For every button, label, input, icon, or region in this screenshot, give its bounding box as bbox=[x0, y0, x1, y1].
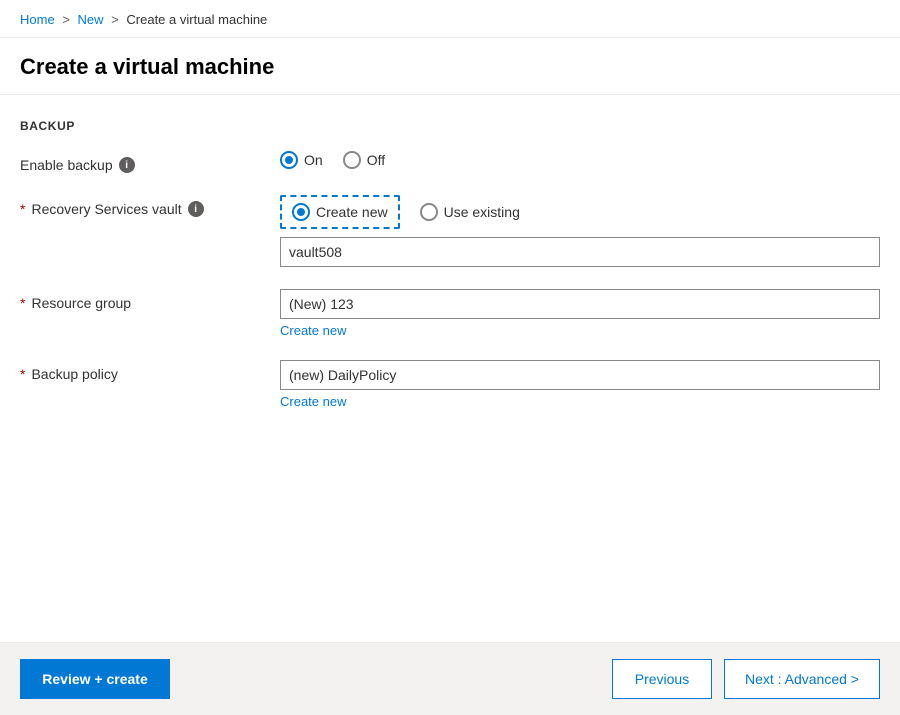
recovery-vault-info-icon: i bbox=[188, 201, 204, 217]
breadcrumb: Home > New > Create a virtual machine bbox=[0, 0, 900, 38]
breadcrumb-current: Create a virtual machine bbox=[126, 12, 267, 27]
enable-backup-off-label: Off bbox=[367, 152, 385, 168]
resource-group-required-star: * bbox=[20, 295, 25, 311]
recovery-vault-required-star: * bbox=[20, 201, 25, 217]
next-advanced-button[interactable]: Next : Advanced > bbox=[724, 659, 880, 699]
vault-use-existing-option[interactable]: Use existing bbox=[420, 203, 520, 221]
backup-section-header: BACKUP bbox=[20, 119, 880, 133]
enable-backup-row: Enable backup i On Off bbox=[20, 151, 880, 173]
review-create-button[interactable]: Review + create bbox=[20, 659, 170, 699]
breadcrumb-sep-2: > bbox=[111, 12, 122, 27]
backup-policy-create-new-link[interactable]: Create new bbox=[280, 394, 880, 409]
resource-group-label: * Resource group bbox=[20, 289, 280, 311]
vault-use-existing-radio-circle bbox=[420, 203, 438, 221]
resource-group-label-text: Resource group bbox=[31, 295, 131, 311]
backup-policy-input[interactable] bbox=[280, 360, 880, 390]
vault-name-input[interactable] bbox=[280, 237, 880, 267]
vault-radio-group: Create new Use existing bbox=[280, 195, 880, 229]
backup-policy-label-text: Backup policy bbox=[31, 366, 117, 382]
enable-backup-control: On Off bbox=[280, 151, 880, 169]
enable-backup-label-text: Enable backup bbox=[20, 157, 113, 173]
enable-backup-off-option[interactable]: Off bbox=[343, 151, 385, 169]
recovery-vault-row: * Recovery Services vault i Create new U… bbox=[20, 195, 880, 267]
recovery-vault-control: Create new Use existing bbox=[280, 195, 880, 267]
backup-policy-required-star: * bbox=[20, 366, 25, 382]
vault-create-new-label: Create new bbox=[316, 204, 388, 220]
main-content: BACKUP Enable backup i On Off * Recovery… bbox=[0, 95, 900, 625]
page-title-area: Create a virtual machine bbox=[0, 38, 900, 95]
enable-backup-on-label: On bbox=[304, 152, 323, 168]
enable-backup-radio-group: On Off bbox=[280, 151, 880, 169]
enable-backup-on-option[interactable]: On bbox=[280, 151, 323, 169]
enable-backup-info-icon: i bbox=[119, 157, 135, 173]
recovery-vault-label: * Recovery Services vault i bbox=[20, 195, 280, 217]
page-title: Create a virtual machine bbox=[20, 54, 880, 80]
backup-policy-row: * Backup policy Create new bbox=[20, 360, 880, 409]
backup-policy-label: * Backup policy bbox=[20, 360, 280, 382]
enable-backup-on-radio-circle bbox=[280, 151, 298, 169]
previous-button[interactable]: Previous bbox=[612, 659, 712, 699]
footer: Review + create Previous Next : Advanced… bbox=[0, 642, 900, 715]
breadcrumb-home[interactable]: Home bbox=[20, 12, 55, 27]
enable-backup-off-radio-circle bbox=[343, 151, 361, 169]
backup-policy-control: Create new bbox=[280, 360, 880, 409]
resource-group-input[interactable] bbox=[280, 289, 880, 319]
resource-group-row: * Resource group Create new bbox=[20, 289, 880, 338]
vault-create-new-radio-circle bbox=[292, 203, 310, 221]
recovery-vault-label-text: Recovery Services vault bbox=[31, 201, 181, 217]
breadcrumb-new[interactable]: New bbox=[78, 12, 104, 27]
vault-use-existing-label: Use existing bbox=[444, 204, 520, 220]
enable-backup-label: Enable backup i bbox=[20, 151, 280, 173]
breadcrumb-sep-1: > bbox=[62, 12, 73, 27]
vault-create-new-option[interactable]: Create new bbox=[280, 195, 400, 229]
resource-group-control: Create new bbox=[280, 289, 880, 338]
resource-group-create-new-link[interactable]: Create new bbox=[280, 323, 880, 338]
